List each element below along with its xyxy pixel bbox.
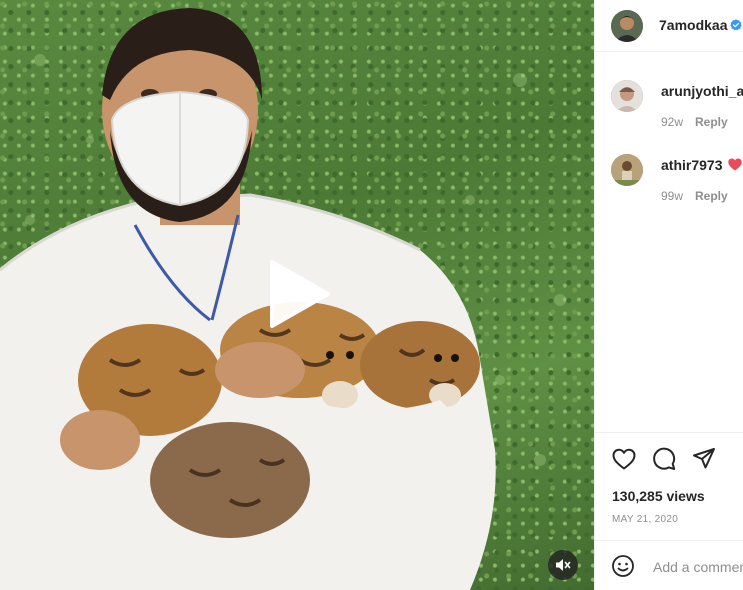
verified-badge-icon bbox=[730, 18, 743, 31]
video-player[interactable] bbox=[0, 0, 594, 590]
emoji-icon[interactable] bbox=[611, 554, 635, 578]
comment-username[interactable]: arunjyothi_aj bbox=[661, 83, 743, 99]
comment-age[interactable]: 99w bbox=[661, 189, 683, 203]
view-count[interactable]: 130,285 views bbox=[612, 488, 705, 504]
heart-outline-icon[interactable] bbox=[611, 446, 637, 472]
actions-divider bbox=[595, 432, 743, 433]
post-sidebar: 7amodkaa arunjyothi_aj 92w Reply athir797… bbox=[594, 0, 743, 590]
comment-age[interactable]: 92w bbox=[661, 115, 683, 129]
author-avatar[interactable] bbox=[611, 10, 643, 42]
post-header: 7amodkaa bbox=[595, 0, 743, 52]
commenter-avatar[interactable] bbox=[611, 80, 643, 112]
comment-meta: 99w Reply bbox=[661, 189, 728, 203]
author-username[interactable]: 7amodkaa bbox=[659, 17, 727, 33]
reply-button[interactable]: Reply bbox=[695, 115, 728, 129]
red-heart-icon bbox=[728, 158, 743, 174]
commenter-avatar[interactable] bbox=[611, 154, 643, 186]
comment-username[interactable]: athir7973 bbox=[661, 157, 722, 173]
reply-button[interactable]: Reply bbox=[695, 189, 728, 203]
comment-username-row: athir7973 bbox=[661, 157, 743, 174]
play-icon[interactable] bbox=[262, 258, 334, 330]
post-date[interactable]: MAY 21, 2020 bbox=[612, 514, 678, 525]
paper-plane-icon[interactable] bbox=[691, 446, 717, 472]
author-username-link[interactable]: 7amodkaa bbox=[659, 17, 743, 33]
comment-icon[interactable] bbox=[651, 446, 677, 472]
comment-composer bbox=[595, 540, 743, 590]
comment-input[interactable] bbox=[651, 556, 743, 578]
comment-meta: 92w Reply bbox=[661, 115, 728, 129]
muted-speaker-icon[interactable] bbox=[548, 550, 578, 580]
